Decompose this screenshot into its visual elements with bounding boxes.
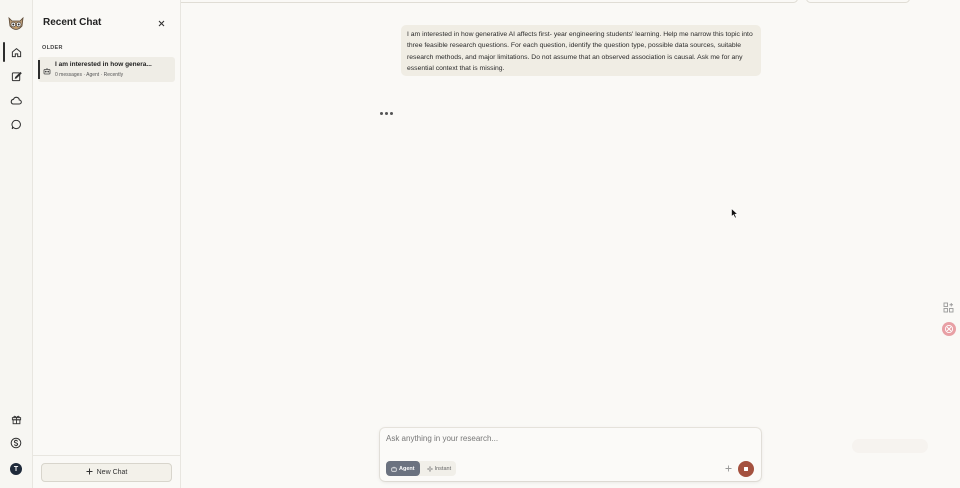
research-input[interactable] <box>386 432 746 444</box>
edit-icon[interactable] <box>8 68 24 84</box>
attach-plus-icon[interactable] <box>723 463 733 473</box>
mode-instant-label: Instant <box>434 465 452 472</box>
top-action-bar[interactable] <box>806 0 910 3</box>
user-message-bubble: I am interested in how generative AI aff… <box>401 25 761 76</box>
gift-icon[interactable] <box>8 411 24 427</box>
new-chat-button[interactable]: New Chat <box>41 463 172 482</box>
assistant-icon[interactable] <box>942 322 956 336</box>
plus-icon <box>86 468 93 477</box>
apps-grid-icon[interactable] <box>943 300 954 313</box>
icon-rail: T <box>0 0 33 488</box>
sidebar-divider <box>33 455 180 456</box>
owl-logo-icon[interactable] <box>6 14 26 34</box>
chat-list-item[interactable]: I am interested in how genera... 0 messa… <box>38 57 175 82</box>
user-avatar[interactable]: T <box>10 463 22 475</box>
close-icon[interactable] <box>156 16 167 27</box>
chat-bubble-icon[interactable] <box>8 116 24 132</box>
sidebar-title: Recent Chat <box>43 17 102 28</box>
mouse-cursor-icon <box>731 206 739 219</box>
recent-chat-sidebar: Recent Chat OLDER I am interested in how… <box>33 0 181 488</box>
chat-item-meta: 0 messages · Agent · Recently <box>55 72 124 78</box>
robot-icon <box>391 466 397 472</box>
section-label-older: OLDER <box>42 45 63 51</box>
cloud-icon[interactable] <box>8 92 24 108</box>
mode-instant-button[interactable]: Instant <box>422 461 457 476</box>
home-icon[interactable] <box>3 42 24 62</box>
robot-icon <box>43 62 51 75</box>
stop-icon <box>744 467 748 471</box>
typing-indicator <box>380 112 393 115</box>
stop-button[interactable] <box>738 461 754 477</box>
sparkle-icon <box>426 465 433 472</box>
new-chat-label: New Chat <box>96 469 128 476</box>
chat-composer: Agent Instant <box>380 428 761 481</box>
faded-toast <box>852 439 928 453</box>
dollar-icon[interactable] <box>8 435 24 451</box>
mode-toggle: Agent Instant <box>386 461 457 476</box>
mode-agent-button[interactable]: Agent <box>386 461 420 476</box>
chat-item-title: I am interested in how genera... <box>55 61 152 68</box>
mode-agent-label: Agent <box>399 465 415 472</box>
